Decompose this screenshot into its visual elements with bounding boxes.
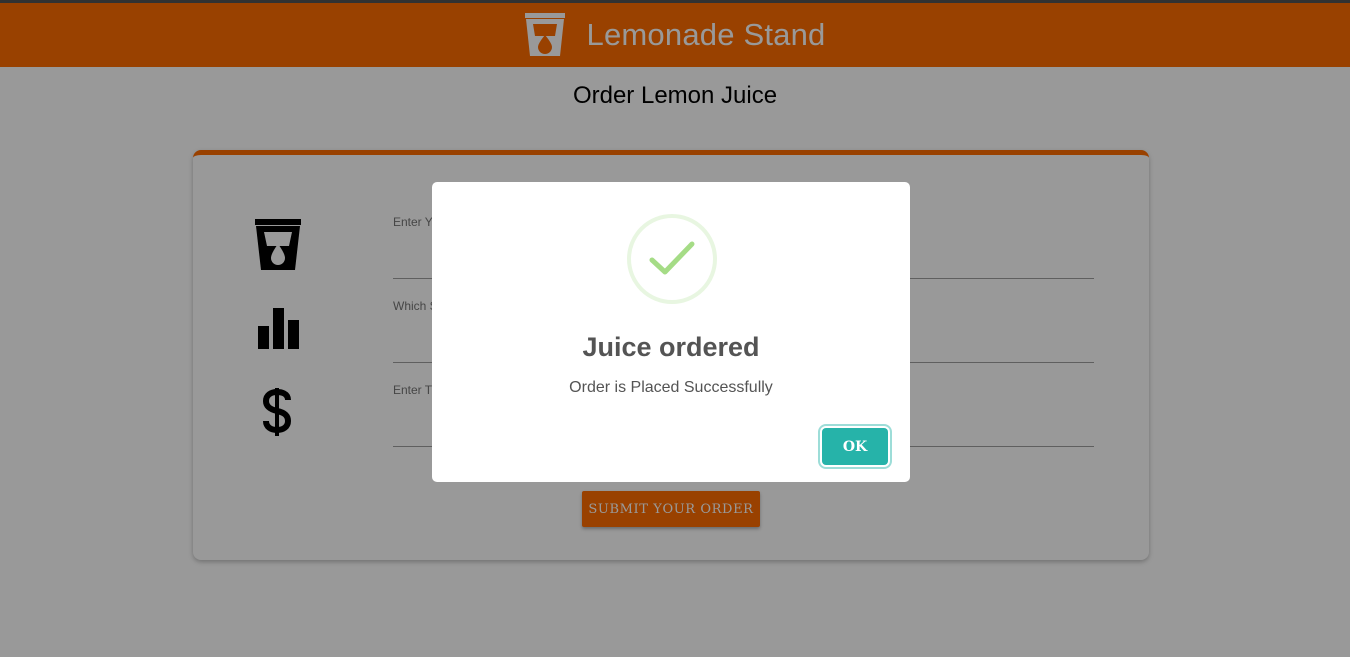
success-check-icon — [649, 241, 695, 275]
ok-button[interactable]: OK — [822, 428, 888, 465]
dialog-title: Juice ordered — [582, 332, 760, 362]
success-icon-ring — [627, 214, 717, 304]
success-dialog: Juice ordered Order is Placed Successful… — [432, 182, 910, 482]
dialog-message: Order is Placed Successfully — [569, 379, 773, 396]
